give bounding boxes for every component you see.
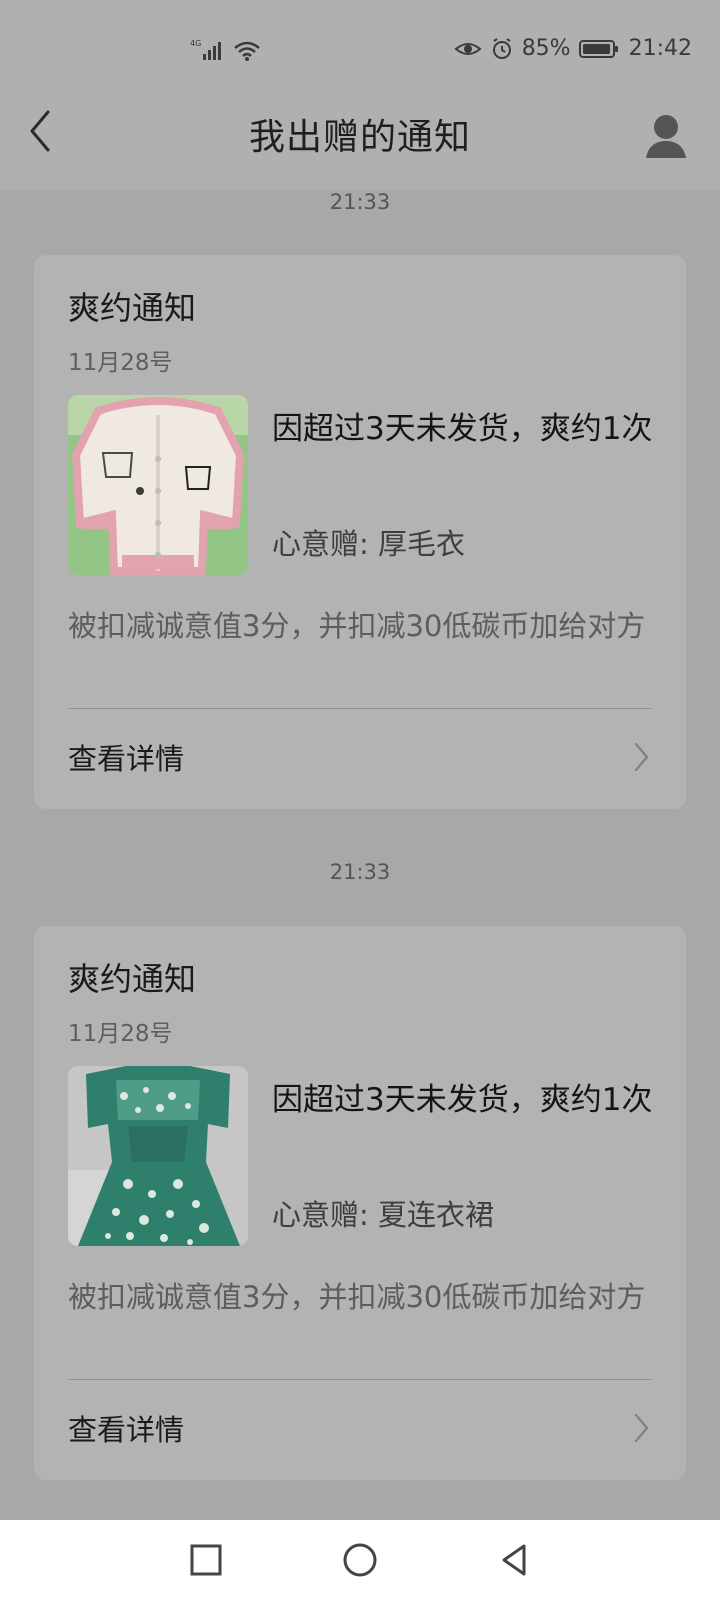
notification-date: 11月28号	[68, 1021, 173, 1047]
timestamp-divider: 21:33	[329, 860, 391, 884]
chevron-right-icon	[630, 1411, 652, 1445]
alarm-icon	[490, 37, 514, 61]
notification-title: 爽约通知	[68, 960, 197, 998]
status-bar: 4G 85% 21:42	[0, 0, 720, 90]
signal-icon: 4G	[190, 38, 224, 62]
view-details-label: 查看详情	[68, 742, 185, 776]
person-icon	[640, 110, 692, 162]
top-area: 4G 85% 21:42 我出赠的通知	[0, 0, 720, 190]
network-type-label: 4G	[190, 39, 201, 48]
view-details-button[interactable]: 查看详情	[68, 729, 652, 785]
home-button[interactable]	[336, 1536, 384, 1584]
status-right: 85% 21:42	[454, 36, 692, 61]
triangle-back-icon	[496, 1542, 532, 1578]
card-divider	[68, 1379, 652, 1380]
page-header: 我出赠的通知	[0, 90, 720, 190]
penalty-description: 被扣减诚意值3分，并扣减30低碳币加给对方	[68, 1280, 646, 1314]
square-icon	[189, 1543, 223, 1577]
notification-card: 爽约通知 11月28号	[34, 255, 686, 809]
notification-date: 11月28号	[68, 350, 173, 376]
notification-card: 爽约通知 11月28号	[34, 926, 686, 1480]
notification-list: 21:33 爽约通知 11月28号 因超过3天未发货，爽约1次 心意赠: 厚毛衣…	[0, 190, 720, 1520]
dress-image	[68, 1066, 248, 1246]
status-left: 4G	[190, 38, 262, 62]
eye-icon	[454, 39, 482, 59]
page-title: 我出赠的通知	[248, 117, 471, 158]
notification-message: 因超过3天未发货，爽约1次	[272, 1082, 653, 1118]
notification-message: 因超过3天未发货，爽约1次	[272, 411, 653, 447]
notification-title: 爽约通知	[68, 289, 197, 327]
status-time: 21:42	[628, 36, 692, 61]
profile-button[interactable]	[638, 108, 694, 164]
system-navigation-bar	[0, 1520, 720, 1600]
battery-percentage: 85%	[521, 36, 571, 61]
circle-icon	[341, 1541, 379, 1579]
chevron-right-icon	[630, 740, 652, 774]
timestamp-divider: 21:33	[329, 190, 391, 214]
gift-label: 心意赠: 厚毛衣	[272, 527, 465, 561]
notification-screen: 4G 85% 21:42 我出赠的通知 21:33 爽约通知 11月28号 因超…	[0, 0, 720, 1600]
view-details-button[interactable]: 查看详情	[68, 1400, 652, 1456]
sweater-image	[68, 395, 248, 575]
system-back-button[interactable]	[490, 1536, 538, 1584]
card-divider	[68, 708, 652, 709]
gift-label: 心意赠: 夏连衣裙	[272, 1198, 494, 1232]
wifi-icon	[232, 38, 262, 62]
recent-apps-button[interactable]	[182, 1536, 230, 1584]
battery-icon	[578, 38, 621, 60]
penalty-description: 被扣减诚意值3分，并扣减30低碳币加给对方	[68, 609, 646, 643]
view-details-label: 查看详情	[68, 1413, 185, 1447]
